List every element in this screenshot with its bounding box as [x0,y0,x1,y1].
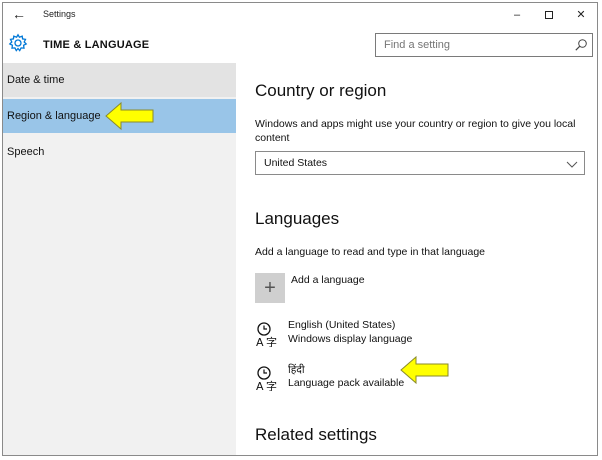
country-dropdown-value: United States [264,157,328,169]
minimize-button[interactable]: – [501,3,533,27]
chevron-down-icon [566,161,578,168]
sidebar-item-date-time[interactable]: Date & time [3,63,236,97]
page-header: TIME & LANGUAGE [3,27,597,63]
page-title: TIME & LANGUAGE [43,39,150,51]
main-content: Country or region Windows and apps might… [236,63,597,455]
gear-icon [8,33,28,52]
settings-window: ← Settings – ✕ TIME & LANGUAGE Find a se… [2,2,598,456]
svg-text:字: 字 [266,335,277,347]
svg-text:A: A [256,380,264,391]
annotation-arrow-left-icon [400,355,449,385]
maximize-button[interactable] [533,3,565,27]
sidebar: Date & time Region & language Speech [3,63,236,455]
svg-text:字: 字 [266,379,277,391]
window-title: Settings [43,9,76,19]
language-name: हिंदी [288,364,305,376]
language-icon: A 字 [256,322,277,347]
languages-heading: Languages [255,209,340,228]
search-box[interactable] [375,33,593,57]
plus-icon: + [264,277,276,299]
back-button[interactable]: ← [9,4,29,24]
annotation-arrow-left-icon [105,101,154,131]
search-icon[interactable] [574,38,588,52]
back-arrow-icon: ← [12,6,26,22]
language-icon: A 字 [256,366,277,391]
minimize-icon: – [513,9,521,21]
language-status: Language pack available [288,377,405,389]
languages-description: Add a language to read and type in that … [255,246,486,258]
add-language-label[interactable]: Add a language [291,274,365,286]
country-region-description: Windows and apps might use your country … [255,118,576,144]
language-item[interactable]: A 字 English (United States) Windows disp… [255,319,575,353]
add-language-button[interactable]: + [255,273,285,303]
language-name: English (United States) [288,319,396,331]
svg-text:A: A [256,336,264,347]
search-input[interactable] [376,34,566,56]
language-status: Windows display language [288,333,413,345]
country-dropdown[interactable]: United States [255,151,585,175]
title-bar: ← Settings – ✕ [3,3,597,27]
close-icon: ✕ [576,9,586,21]
maximize-icon [545,11,553,20]
related-settings-heading: Related settings [255,425,377,444]
close-button[interactable]: ✕ [565,3,597,27]
country-region-heading: Country or region [255,81,387,100]
sidebar-item-speech[interactable]: Speech [3,135,236,169]
